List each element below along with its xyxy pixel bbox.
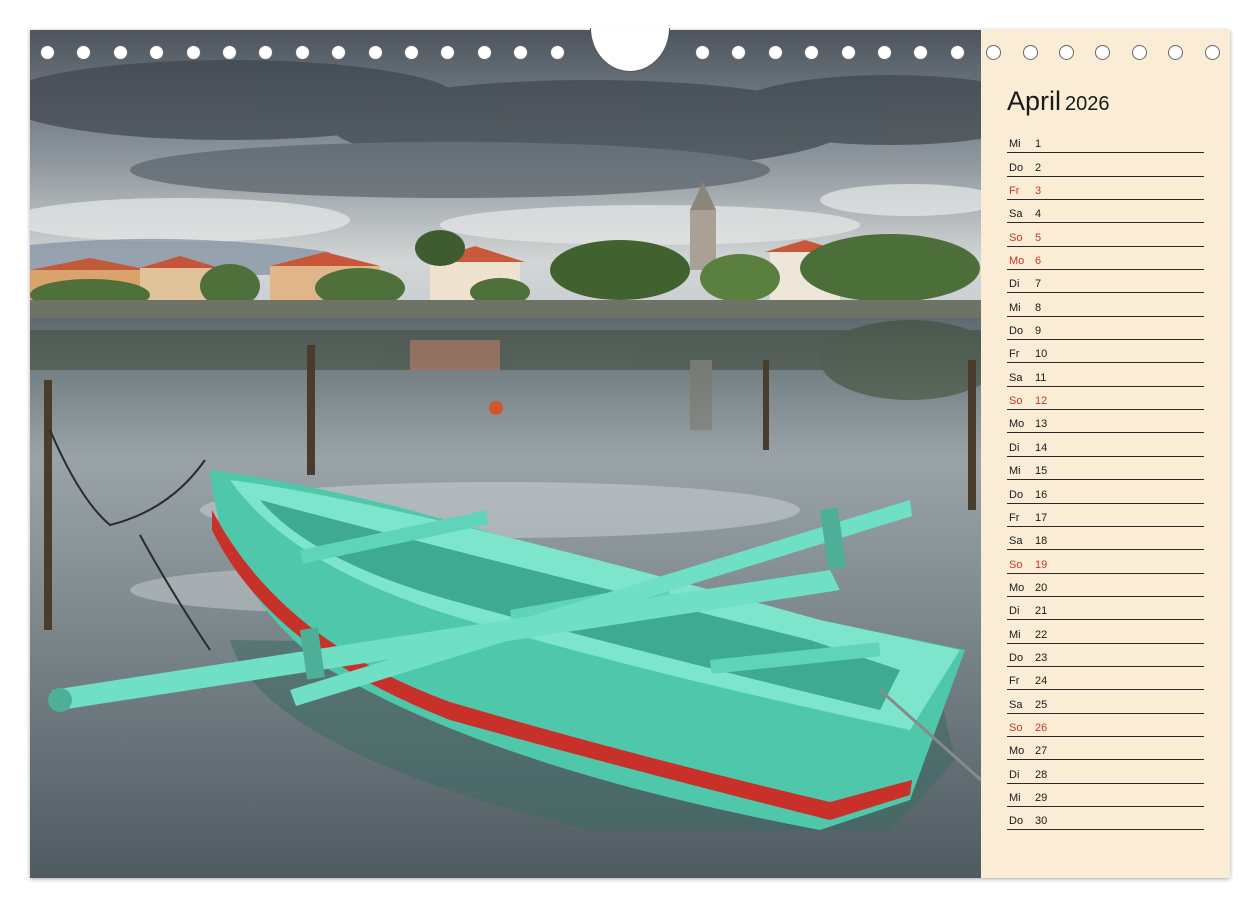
month-title: April 2026 <box>1007 86 1110 117</box>
day-row: Di 28 <box>1007 760 1204 784</box>
day-num: 21 <box>1035 605 1048 618</box>
day-num: 25 <box>1035 698 1048 711</box>
day-abbr: Sa <box>1009 698 1023 711</box>
day-num: 11 <box>1035 371 1047 384</box>
day-num: 3 <box>1035 185 1042 198</box>
day-row: Do 16 <box>1007 480 1204 504</box>
day-num: 10 <box>1035 348 1048 361</box>
day-num: 13 <box>1035 418 1048 431</box>
day-abbr: Mo <box>1009 418 1025 431</box>
calendar-sidebar: April 2026 Mi 1 Do 2 Fr 3 Sa 4 So 5 Mo 6 Di 7 Mi 8 Do 9 Fr 1… <box>981 30 1230 878</box>
day-num: 24 <box>1035 675 1048 688</box>
day-num: 15 <box>1035 465 1048 478</box>
day-row: Sa 25 <box>1007 690 1204 714</box>
day-abbr: Mo <box>1009 581 1025 594</box>
day-abbr: Mi <box>1009 138 1021 151</box>
day-row: Di 7 <box>1007 270 1204 294</box>
month-name: April <box>1007 86 1062 116</box>
day-row: Fr 10 <box>1007 340 1204 364</box>
day-abbr: So <box>1009 395 1023 408</box>
day-num: 6 <box>1035 255 1042 268</box>
day-abbr: Do <box>1009 488 1024 501</box>
day-abbr: Sa <box>1009 208 1023 221</box>
day-row: Sa 18 <box>1007 527 1204 551</box>
day-num: 22 <box>1035 628 1048 641</box>
day-num: 1 <box>1035 138 1042 151</box>
day-abbr: Mi <box>1009 628 1021 641</box>
day-abbr: Mo <box>1009 255 1025 268</box>
day-row: Di 14 <box>1007 433 1204 457</box>
day-row: So 19 <box>1007 550 1204 574</box>
buoy-icon <box>489 401 503 415</box>
day-row: Mi 8 <box>1007 293 1204 317</box>
day-num: 4 <box>1035 208 1042 221</box>
day-row: Di 21 <box>1007 597 1204 621</box>
month-year: 2026 <box>1065 93 1110 115</box>
day-num: 28 <box>1035 768 1048 781</box>
day-abbr: Mi <box>1009 465 1021 478</box>
day-row: Mi 22 <box>1007 620 1204 644</box>
day-num: 30 <box>1035 815 1048 828</box>
day-num: 12 <box>1035 395 1048 408</box>
day-num: 23 <box>1035 651 1048 664</box>
day-row: Mi 15 <box>1007 457 1204 481</box>
day-num: 18 <box>1035 535 1048 548</box>
day-row: So 26 <box>1007 714 1204 737</box>
day-abbr: So <box>1009 558 1023 571</box>
day-row: Fr 24 <box>1007 667 1204 691</box>
day-abbr: Di <box>1009 441 1020 454</box>
calendar-page: April 2026 Mi 1 Do 2 Fr 3 Sa 4 So 5 Mo 6 Di 7 Mi 8 Do 9 Fr 1… <box>30 28 1230 878</box>
day-row: Mo 13 <box>1007 410 1204 434</box>
day-num: 8 <box>1035 301 1042 314</box>
day-row: Sa 11 <box>1007 363 1204 387</box>
day-row: Fr 3 <box>1007 177 1204 201</box>
day-row: So 5 <box>1007 223 1204 247</box>
day-row: Do 30 <box>1007 807 1204 831</box>
day-num: 16 <box>1035 488 1048 501</box>
day-row: Do 2 <box>1007 153 1204 177</box>
day-abbr: Sa <box>1009 535 1023 548</box>
day-num: 19 <box>1035 558 1048 571</box>
day-row: Mo 27 <box>1007 737 1204 761</box>
day-num: 2 <box>1035 161 1042 174</box>
day-list: Mi 1 Do 2 Fr 3 Sa 4 So 5 Mo 6 Di 7 Mi 8 Do 9 Fr 10 Sa 11 So 12 M… <box>1007 130 1204 831</box>
day-abbr: Fr <box>1009 511 1020 524</box>
photo-illustration <box>30 30 981 878</box>
day-abbr: Di <box>1009 768 1020 781</box>
day-num: 7 <box>1035 278 1042 291</box>
day-row: Do 9 <box>1007 317 1204 341</box>
day-abbr: Sa <box>1009 371 1023 384</box>
day-num: 20 <box>1035 581 1048 594</box>
day-row: Mo 6 <box>1007 247 1204 271</box>
day-abbr: Fr <box>1009 348 1020 361</box>
day-abbr: So <box>1009 231 1023 244</box>
day-row: Mi 29 <box>1007 784 1204 807</box>
day-row: Do 23 <box>1007 644 1204 667</box>
day-num: 27 <box>1035 745 1048 758</box>
day-num: 5 <box>1035 231 1042 244</box>
day-abbr: Di <box>1009 605 1020 618</box>
day-num: 26 <box>1035 721 1048 734</box>
day-num: 29 <box>1035 791 1048 804</box>
day-abbr: Do <box>1009 651 1024 664</box>
day-num: 14 <box>1035 441 1048 454</box>
day-abbr: So <box>1009 721 1023 734</box>
day-row: Fr 17 <box>1007 504 1204 527</box>
day-abbr: Di <box>1009 278 1020 291</box>
day-abbr: Fr <box>1009 185 1020 198</box>
day-abbr: Do <box>1009 815 1024 828</box>
day-abbr: Mo <box>1009 745 1025 758</box>
day-abbr: Mi <box>1009 791 1021 804</box>
day-abbr: Fr <box>1009 675 1020 688</box>
day-abbr: Mi <box>1009 301 1021 314</box>
day-num: 17 <box>1035 511 1048 524</box>
day-num: 9 <box>1035 325 1042 338</box>
day-row: Sa 4 <box>1007 200 1204 224</box>
day-row: Mi 1 <box>1007 130 1204 154</box>
day-abbr: Do <box>1009 325 1024 338</box>
day-abbr: Do <box>1009 161 1024 174</box>
day-row: Mo 20 <box>1007 574 1204 597</box>
day-row: So 12 <box>1007 387 1204 411</box>
photo-lagoon-boat <box>30 30 981 878</box>
